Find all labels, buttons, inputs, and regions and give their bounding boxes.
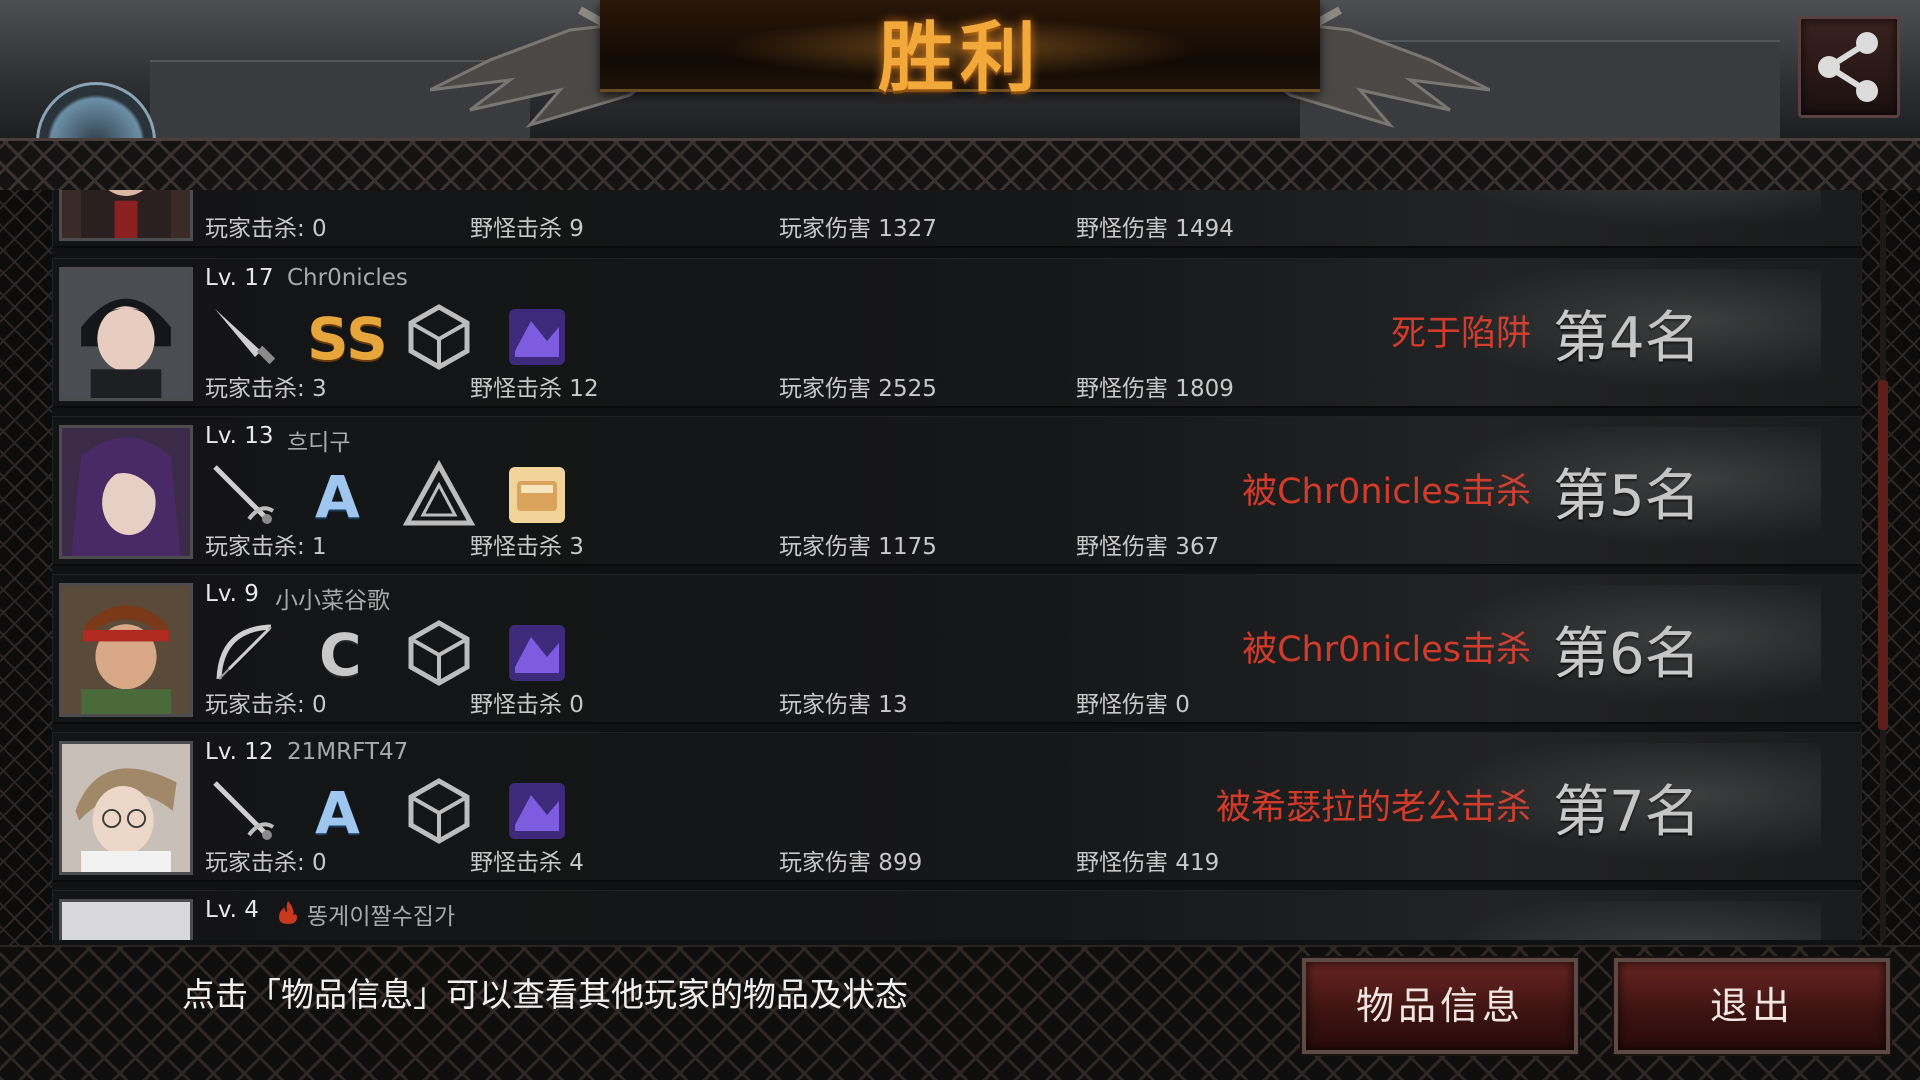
player-portrait [59, 899, 193, 940]
share-button[interactable] [1798, 16, 1900, 118]
rank-label: 第7名 [1553, 780, 1701, 845]
monster-kills: 野怪击杀 4 [470, 850, 584, 876]
game-result-screen: 胜利 玩家击杀: 0 野怪击杀 9 玩家伤害 1327 野怪伤害 1494 Lv… [0, 0, 1920, 1080]
monster-damage: 野怪伤害 1809 [1076, 376, 1234, 402]
player-results-list[interactable]: 玩家击杀: 0 野怪击杀 9 玩家伤害 1327 野怪伤害 1494 Lv. 1… [52, 190, 1862, 940]
player-damage: 玩家伤害 1327 [779, 216, 937, 242]
player-kills: 玩家击杀: 0 [205, 692, 327, 718]
rapier-icon [213, 465, 275, 524]
grade-badge: A [315, 779, 360, 847]
death-cause: 被Chr0nicles击杀 [1242, 472, 1531, 512]
player-portrait [59, 583, 193, 717]
grade-badge: A [315, 463, 360, 531]
death-cause: 被希瑟拉的老公击杀 [1215, 788, 1531, 828]
monster-damage: 野怪伤害 419 [1076, 850, 1220, 876]
rapier-icon [213, 781, 275, 840]
monster-kills: 野怪击杀 0 [470, 692, 584, 718]
item-icon [509, 309, 565, 365]
player-row[interactable]: 玩家击杀: 0 野怪击杀 9 玩家伤害 1327 野怪伤害 1494 [52, 190, 1862, 248]
player-portrait [59, 741, 193, 875]
item-icon [509, 625, 565, 681]
player-portrait [59, 267, 193, 401]
player-damage: 玩家伤害 899 [779, 850, 923, 876]
item-icon [509, 783, 565, 839]
hint-text: 点击「物品信息」可以查看其他玩家的物品及状态 [182, 975, 908, 1014]
item-icon [509, 467, 565, 523]
rank-label: 第4名 [1553, 306, 1701, 371]
player-row[interactable]: Lv. 9 小小菜谷歌 C 玩家击杀: 0 野怪击杀 0 玩家伤害 13 野怪伤… [52, 574, 1862, 724]
flame-icon [279, 901, 297, 924]
player-level: Lv. 4 [205, 897, 259, 923]
victory-title: 胜利 [878, 13, 1042, 102]
player-damage: 玩家伤害 2525 [779, 376, 937, 402]
player-kills: 玩家击杀: 0 [205, 850, 327, 876]
right-frame [1862, 190, 1920, 950]
player-kills: 玩家击杀: 3 [205, 376, 327, 402]
player-kills: 玩家击杀: 0 [205, 216, 327, 242]
left-frame [0, 190, 52, 950]
armor-icon [408, 778, 470, 844]
scrollbar-thumb[interactable] [1878, 380, 1888, 730]
monster-damage: 野怪伤害 1494 [1076, 216, 1234, 242]
death-cause: 被Chr0nicles击杀 [1242, 630, 1531, 670]
rank-label: 第6名 [1553, 622, 1701, 687]
player-kills: 玩家击杀: 1 [205, 534, 327, 560]
player-row[interactable]: Lv. 12 21MRFT47 A 玩家击杀: 0 野怪击杀 4 玩家伤害 89… [52, 732, 1862, 882]
player-row[interactable]: Lv. 13 흐디구 A 玩家击杀: 1 野怪击杀 3 玩家伤害 1175 野怪… [52, 416, 1862, 566]
lattice-divider [0, 138, 1920, 192]
player-name: 흐디구 [287, 430, 351, 456]
grade-badge: SS [307, 305, 388, 373]
armor-icon [408, 620, 470, 686]
monster-kills: 野怪击杀 3 [470, 534, 584, 560]
bow-icon [216, 624, 272, 680]
rank-label: 第5名 [1553, 464, 1701, 529]
armor-icon [408, 304, 470, 370]
player-name: 똥게이짤수집가 [307, 904, 456, 930]
player-level: Lv. 13 [205, 423, 274, 449]
grade-badge: C [319, 621, 362, 689]
player-row[interactable]: Lv. 4 똥게이짤수집가 [52, 890, 1862, 940]
player-damage: 玩家伤害 1175 [779, 534, 937, 560]
player-portrait [59, 425, 193, 559]
player-name: 小小菜谷歌 [275, 588, 390, 614]
player-name: 21MRFT47 [287, 739, 409, 765]
death-cause: 死于陷阱 [1390, 314, 1531, 354]
player-portrait [59, 190, 193, 241]
player-name: Chr0nicles [287, 265, 408, 291]
monster-kills: 野怪击杀 12 [470, 376, 599, 402]
item-info-button[interactable]: 物品信息 [1302, 958, 1578, 1054]
player-level: Lv. 9 [205, 581, 259, 607]
exit-button[interactable]: 退出 [1614, 958, 1890, 1054]
player-row[interactable]: Lv. 17 Chr0nicles SS 玩家击杀: 3 野怪击杀 12 玩家伤… [52, 258, 1862, 408]
monster-damage: 野怪伤害 0 [1076, 692, 1190, 718]
share-icon [1818, 32, 1878, 102]
monster-kills: 野怪击杀 9 [470, 216, 584, 242]
player-damage: 玩家伤害 13 [779, 692, 908, 718]
monster-damage: 野怪伤害 367 [1076, 534, 1220, 560]
armor-icon [403, 459, 475, 526]
player-level: Lv. 12 [205, 739, 274, 765]
knife-icon [215, 309, 276, 365]
player-level: Lv. 17 [205, 265, 274, 291]
